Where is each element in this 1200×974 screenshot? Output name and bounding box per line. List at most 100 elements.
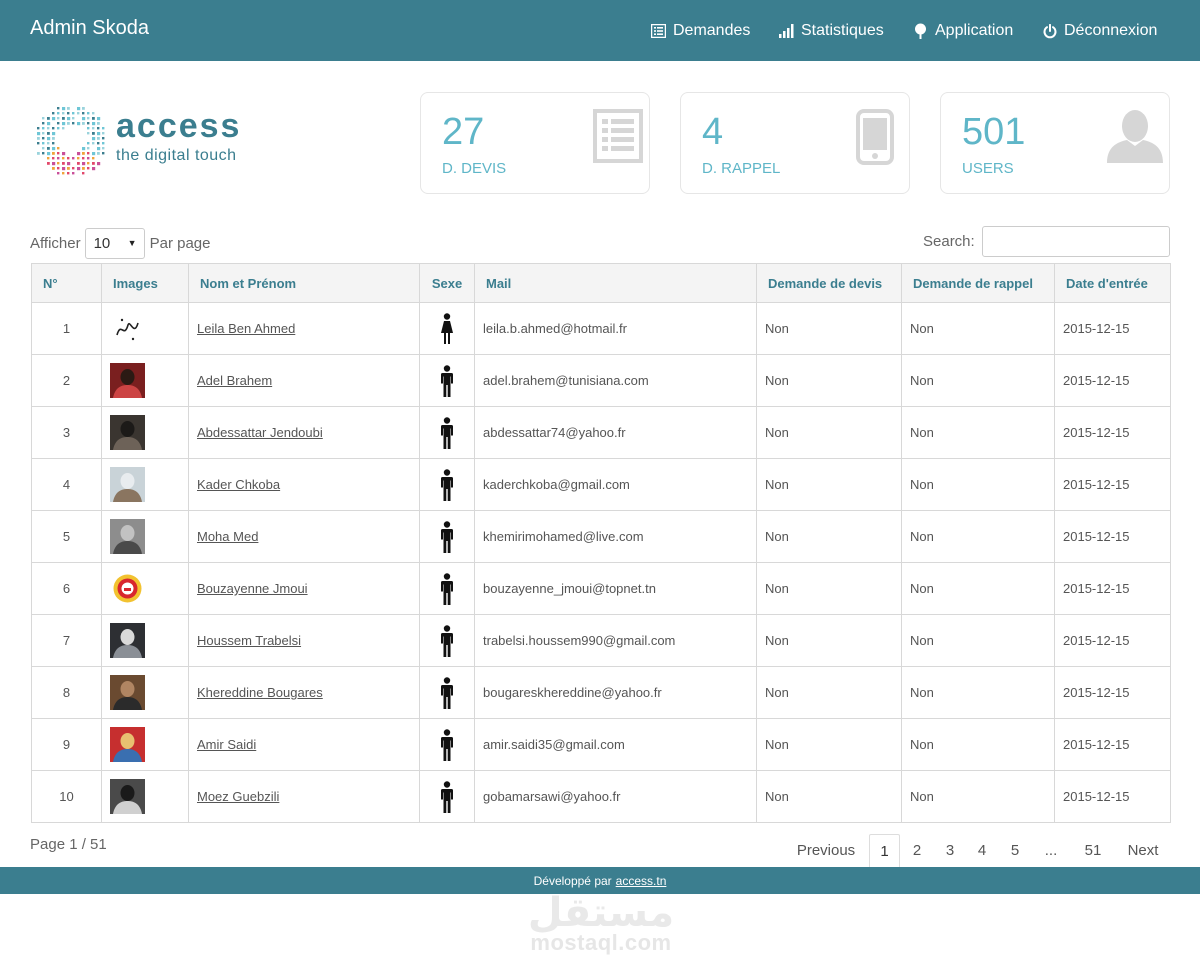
user-avatar (110, 311, 145, 346)
column-header-nom[interactable]: Nom et Prénom (188, 263, 420, 303)
row-demande-devis: Non (756, 458, 902, 511)
row-sexe-cell (419, 302, 475, 355)
row-image-cell (101, 770, 189, 823)
logo-dots-mark (37, 107, 105, 175)
row-number: 10 (31, 770, 102, 823)
page-button-4[interactable]: 4 (967, 834, 997, 867)
user-name-link[interactable]: Houssem Trabelsi (197, 633, 301, 648)
row-demande-devis: Non (756, 354, 902, 407)
stat-rappel-value: 4 (702, 111, 724, 153)
nav-deconnexion-label: Déconnexion (1064, 22, 1158, 39)
row-mail: trabelsi.houssem990@gmail.com (474, 614, 757, 667)
row-image-cell (101, 562, 189, 615)
user-avatar (110, 467, 145, 502)
row-mail: kaderchkoba@gmail.com (474, 458, 757, 511)
female-icon (441, 312, 453, 344)
user-avatar (110, 675, 145, 710)
stat-card-rappel: 4 D. RAPPEL (680, 92, 910, 194)
stat-card-users: 501 USERS (940, 92, 1170, 194)
bar-chart-icon (779, 24, 794, 38)
page-button-3[interactable]: 3 (935, 834, 965, 867)
user-avatar (110, 363, 145, 398)
row-number: 2 (31, 354, 102, 407)
page-button-5[interactable]: 5 (1000, 834, 1030, 867)
page-button-51[interactable]: 51 (1075, 834, 1111, 867)
nav-demandes[interactable]: Demandes (651, 20, 750, 42)
per-page-select[interactable]: 10 ▼ (84, 227, 145, 259)
row-number: 5 (31, 510, 102, 563)
row-name-cell: Moez Guebzili (188, 770, 420, 823)
row-date-entree: 2015-12-15 (1054, 770, 1171, 823)
user-name-link[interactable]: Abdessattar Jendoubi (197, 425, 323, 440)
male-icon (441, 676, 453, 709)
column-header-mail[interactable]: Mail (474, 263, 757, 303)
column-header-devis[interactable]: Demande de devis (756, 263, 902, 303)
row-demande-rappel: Non (901, 614, 1055, 667)
row-demande-rappel: Non (901, 666, 1055, 719)
page-button-2[interactable]: 2 (902, 834, 932, 867)
user-name-link[interactable]: Amir Saidi (197, 737, 256, 752)
row-demande-devis: Non (756, 666, 902, 719)
list-icon (593, 109, 643, 163)
caret-down-icon: ▼ (127, 238, 137, 248)
power-icon (1043, 23, 1057, 38)
column-header-num[interactable]: N° (31, 263, 102, 303)
row-date-entree: 2015-12-15 (1054, 614, 1171, 667)
page-button-1[interactable]: 1 (869, 834, 900, 867)
column-header-rappel[interactable]: Demande de rappel (901, 263, 1055, 303)
row-demande-devis: Non (756, 406, 902, 459)
row-image-cell (101, 666, 189, 719)
nav-deconnexion[interactable]: Déconnexion (1043, 20, 1157, 42)
user-avatar (110, 519, 145, 554)
tree-icon (915, 23, 926, 39)
user-icon (1107, 110, 1163, 163)
stat-devis-label: D. DEVIS (442, 160, 507, 177)
row-image-cell (101, 614, 189, 667)
user-name-link[interactable]: Leila Ben Ahmed (197, 321, 295, 336)
row-mail: bouzayenne_jmoui@topnet.tn (474, 562, 757, 615)
search-input[interactable] (982, 226, 1170, 257)
row-number: 8 (31, 666, 102, 719)
row-name-cell: Amir Saidi (188, 718, 420, 771)
row-sexe-cell (419, 614, 475, 667)
stat-users-value: 501 (962, 111, 1026, 153)
row-mail: khemirimohamed@live.com (474, 510, 757, 563)
user-name-link[interactable]: Moha Med (197, 529, 258, 544)
male-icon (441, 416, 453, 449)
row-number: 1 (31, 302, 102, 355)
user-name-link[interactable]: Adel Brahem (197, 373, 272, 388)
row-mail: leila.b.ahmed@hotmail.fr (474, 302, 757, 355)
row-name-cell: Moha Med (188, 510, 420, 563)
brand-title[interactable]: Admin Skoda (30, 17, 149, 40)
user-name-link[interactable]: Moez Guebzili (197, 789, 279, 804)
male-icon (441, 728, 453, 761)
row-image-cell (101, 458, 189, 511)
row-sexe-cell (419, 718, 475, 771)
row-demande-devis: Non (756, 770, 902, 823)
row-demande-rappel: Non (901, 406, 1055, 459)
previous-button[interactable]: Previous (790, 834, 862, 867)
table-row: 4 Kader Chkoba kaderchkoba@gmail.com Non Non… (31, 458, 1171, 511)
row-demande-devis: Non (756, 562, 902, 615)
mobile-phone-icon (856, 109, 894, 165)
next-button[interactable]: Next (1118, 834, 1168, 867)
user-name-link[interactable]: Khereddine Bougares (197, 685, 323, 700)
nav-statistiques[interactable]: Statistiques (779, 20, 884, 42)
footer-link[interactable]: access.tn (616, 874, 667, 888)
table-row: 8 Khereddine Bougares bougareskhereddine@y… (31, 666, 1171, 719)
male-icon (441, 624, 453, 657)
table-row: 2 Adel Brahem adel.brahem@tunisiana.com Non… (31, 354, 1171, 407)
row-demande-devis: Non (756, 614, 902, 667)
row-demande-rappel: Non (901, 458, 1055, 511)
user-name-link[interactable]: Bouzayenne Jmoui (197, 581, 308, 596)
list-icon (651, 24, 666, 38)
male-icon (441, 468, 453, 501)
column-header-date[interactable]: Date d'entrée (1054, 263, 1171, 303)
user-name-link[interactable]: Kader Chkoba (197, 477, 280, 492)
nav-demandes-label: Demandes (673, 22, 751, 39)
column-header-images[interactable]: Images (101, 263, 189, 303)
column-header-sexe[interactable]: Sexe (419, 263, 475, 303)
nav-application[interactable]: Application (913, 20, 1013, 42)
row-sexe-cell (419, 458, 475, 511)
row-date-entree: 2015-12-15 (1054, 458, 1171, 511)
